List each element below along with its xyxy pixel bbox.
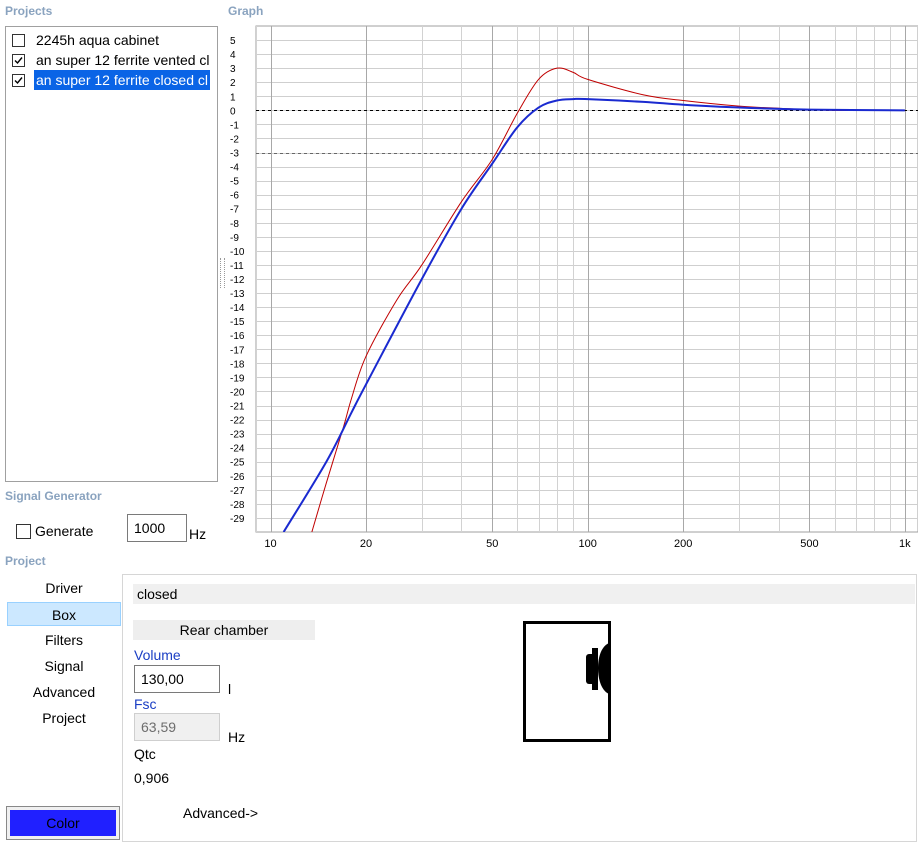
volume-label: Volume: [134, 647, 181, 663]
x-tick-label: 20: [360, 538, 372, 550]
x-tick-label: 50: [486, 538, 498, 550]
y-tick-label: -1: [230, 120, 239, 131]
project-item[interactable]: an super 12 ferrite closed cl: [10, 70, 215, 90]
fsc-input: [134, 713, 220, 741]
y-tick-label: -4: [230, 163, 239, 174]
qtc-value: 0,906: [134, 770, 170, 786]
generate-checkbox[interactable]: [16, 524, 31, 539]
frequency-unit: Hz: [189, 526, 207, 542]
nav-signal[interactable]: Signal: [7, 654, 121, 678]
y-tick-label: -29: [230, 514, 245, 525]
y-tick-label: 2: [230, 78, 236, 89]
box-panel: [122, 574, 917, 842]
x-tick-label: 500: [800, 538, 818, 550]
y-tick-label: -14: [230, 303, 245, 314]
fsc-label: Fsc: [134, 696, 157, 712]
project-checkbox[interactable]: [12, 34, 25, 47]
y-tick-label: 4: [230, 50, 236, 61]
y-tick-label: -28: [230, 500, 245, 511]
generate-label: Generate: [35, 523, 94, 539]
box-name-bar: closed: [133, 584, 915, 604]
y-axis-labels: 5 4 3 2 1 0 -1 -2 -3 -4 -5 -6 -7 -8 -9 -10 -11 -12 -13 -14 -…: [230, 36, 245, 525]
project-label-selected: an super 12 ferrite closed cl: [34, 70, 210, 90]
nav-box[interactable]: Box: [7, 602, 121, 626]
y-tick-label: -12: [230, 275, 245, 286]
x-axis-labels: 10 20 50 100 200 500 1k: [264, 538, 911, 550]
y-tick-label: -3: [230, 149, 239, 160]
qtc-label: Qtc: [134, 746, 156, 762]
projects-section-label: Projects: [5, 4, 53, 18]
project-checkbox[interactable]: [12, 74, 25, 87]
y-tick-label: -5: [230, 177, 239, 188]
y-tick-label: -15: [230, 317, 245, 328]
y-tick-label: -22: [230, 416, 245, 427]
y-tick-label: -6: [230, 191, 239, 202]
frequency-response-chart: 543210-1-2-3-4-5-6-7-8-9-10-11-12-13-14-…: [230, 25, 918, 550]
project-section-label: Project: [5, 554, 46, 568]
y-tick-label: -20: [230, 387, 245, 398]
nav-filters[interactable]: Filters: [7, 628, 121, 652]
checkmark-icon: [14, 57, 23, 65]
y-tick-label: -18: [230, 359, 245, 370]
box-name: closed: [137, 586, 178, 602]
frequency-input[interactable]: [127, 514, 187, 542]
y-tick-label: -8: [230, 219, 239, 230]
y-tick-label: -9: [230, 233, 239, 244]
y-tick-label: 1: [230, 92, 236, 103]
color-button[interactable]: Color: [10, 810, 116, 836]
y-tick-label: 3: [230, 64, 236, 75]
y-tick-label: -16: [230, 331, 245, 342]
y-tick-label: -10: [230, 247, 245, 258]
volume-input[interactable]: [134, 665, 220, 693]
y-tick-label: -7: [230, 205, 239, 216]
y-tick-label: -11: [230, 261, 244, 272]
y-tick-label: 0: [230, 106, 236, 117]
y-tick-label: -13: [230, 289, 245, 300]
x-tick-label: 200: [674, 538, 692, 550]
projects-list[interactable]: 2245h aqua cabinet an super 12 ferrite v…: [5, 26, 218, 482]
y-tick-label: -23: [230, 430, 245, 441]
y-tick-label: -2: [230, 134, 239, 145]
volume-unit: l: [228, 681, 232, 697]
fsc-unit: Hz: [228, 729, 246, 745]
x-tick-label: 100: [579, 538, 597, 550]
chart-grid: [255, 25, 918, 533]
graph-section-label: Graph: [228, 4, 264, 18]
rear-chamber-header: Rear chamber: [133, 620, 315, 640]
y-tick-label: -17: [230, 345, 245, 356]
y-tick-label: -19: [230, 373, 245, 384]
project-item[interactable]: 2245h aqua cabinet: [10, 30, 215, 50]
nav-advanced[interactable]: Advanced: [7, 680, 121, 704]
nav-project[interactable]: Project: [7, 706, 121, 730]
nav-driver[interactable]: Driver: [7, 576, 121, 600]
project-label: an super 12 ferrite vented cl: [36, 52, 210, 68]
closed-box-diagram: [523, 621, 611, 742]
y-tick-label: -24: [230, 444, 245, 455]
project-item[interactable]: an super 12 ferrite vented cl: [10, 50, 215, 70]
color-button-frame: Color: [6, 806, 120, 840]
y-tick-label: 5: [230, 36, 236, 47]
y-tick-label: -21: [230, 402, 245, 413]
advanced-link[interactable]: Advanced->: [183, 805, 258, 821]
checkmark-icon: [14, 77, 23, 85]
y-tick-label: -27: [230, 486, 245, 497]
x-tick-label: 10: [264, 538, 276, 550]
signal-generator-section-label: Signal Generator: [5, 489, 102, 503]
y-tick-label: -26: [230, 472, 245, 483]
y-tick-label: -25: [230, 458, 245, 469]
x-tick-label: 1k: [899, 538, 911, 550]
project-label: 2245h aqua cabinet: [36, 32, 159, 48]
project-checkbox[interactable]: [12, 54, 25, 67]
